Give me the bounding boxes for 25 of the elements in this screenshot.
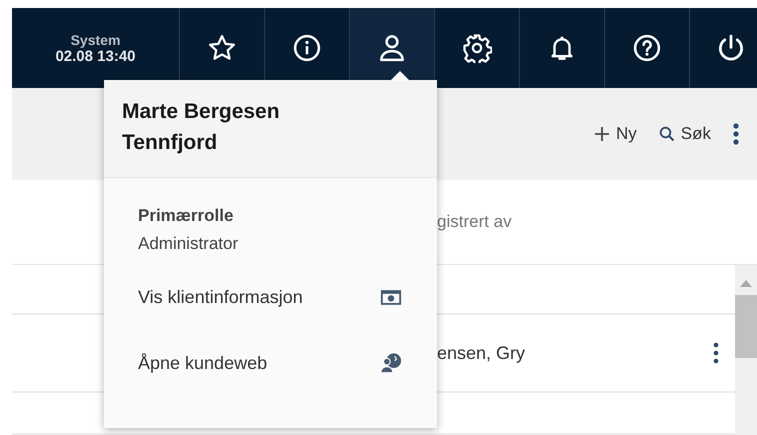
scrollbar-thumb[interactable] bbox=[735, 295, 757, 358]
role-label: Primærrolle bbox=[138, 205, 234, 227]
role-value: Administrator bbox=[138, 234, 238, 253]
power-icon bbox=[716, 33, 746, 63]
system-label: System bbox=[70, 32, 120, 48]
info-icon bbox=[292, 33, 322, 63]
more-button[interactable] bbox=[733, 123, 739, 145]
user-icon bbox=[377, 33, 407, 63]
date-time: 02.08 13:40 bbox=[55, 48, 136, 64]
client-info-item[interactable]: Vis klientinformasjon bbox=[104, 264, 437, 330]
window-globe-icon bbox=[380, 288, 402, 306]
scrollbar[interactable] bbox=[735, 265, 757, 435]
kebab-icon bbox=[733, 123, 739, 145]
table-cell-text: ensen, Gry bbox=[437, 342, 526, 364]
user-name: Marte Bergesen Tennfjord bbox=[104, 80, 437, 178]
kebab-icon[interactable] bbox=[713, 342, 719, 364]
search-button[interactable]: Søk bbox=[658, 124, 711, 144]
help-icon bbox=[632, 33, 662, 63]
settings-icon bbox=[462, 33, 492, 63]
new-button[interactable]: Ny bbox=[594, 124, 637, 144]
search-icon bbox=[658, 126, 675, 142]
plus-icon bbox=[594, 126, 610, 142]
customer-web-item[interactable]: Åpne kundeweb bbox=[104, 330, 437, 396]
column-header: gistrert av bbox=[437, 212, 512, 232]
person-globe-icon bbox=[380, 352, 402, 374]
